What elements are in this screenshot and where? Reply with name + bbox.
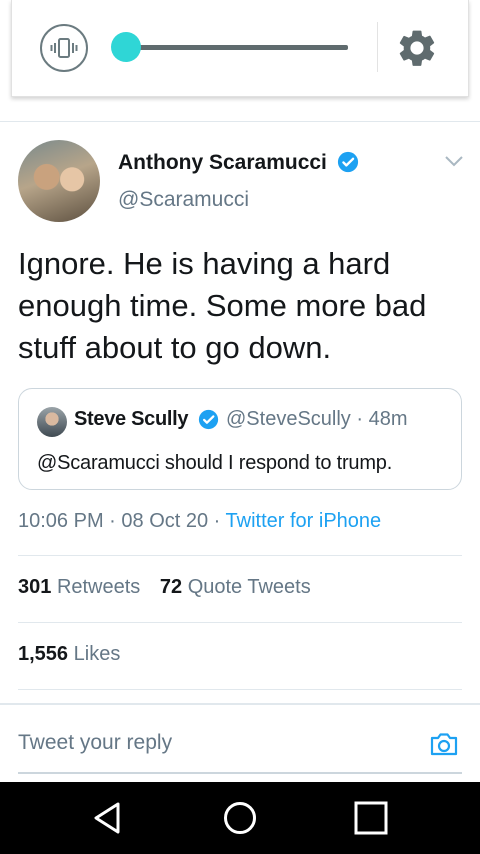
- volume-slider-track[interactable]: [126, 45, 348, 50]
- retweets-count: 301: [18, 576, 52, 598]
- reply-input[interactable]: Tweet your reply: [18, 731, 172, 755]
- vibrate-icon: [50, 38, 78, 58]
- likes-count: 1,556: [18, 643, 69, 665]
- retweets-label: Retweets: [56, 576, 141, 598]
- back-triangle-icon[interactable]: [88, 798, 128, 838]
- divider: [18, 622, 462, 623]
- likes-stat[interactable]: 1,556 Likes: [18, 643, 120, 666]
- divider: [18, 555, 462, 556]
- author-avatar[interactable]: [18, 140, 100, 222]
- retweets-stat[interactable]: 301 Retweets: [18, 576, 140, 598]
- quoted-author-name: Steve Scully: [74, 408, 189, 430]
- tweet-stats: 301 Retweets 72 Quote Tweets: [18, 576, 325, 599]
- system-navigation-bar: [0, 782, 480, 854]
- tweet-time: 10:06 PM: [18, 510, 104, 532]
- quoted-author-avatar: [37, 407, 67, 437]
- volume-panel-divider: [377, 22, 378, 72]
- author-name[interactable]: Anthony Scaramucci: [118, 151, 327, 175]
- recents-square-icon[interactable]: [351, 798, 391, 838]
- tweet-date: 08 Oct 20: [121, 510, 209, 532]
- divider: [0, 703, 480, 705]
- quoted-author-handle: @SteveScully: [226, 408, 351, 430]
- camera-icon[interactable]: [428, 728, 460, 760]
- volume-slider-thumb[interactable]: [111, 32, 141, 62]
- reply-input-underline: [18, 772, 462, 774]
- gear-icon[interactable]: [395, 26, 439, 70]
- quote-tweets-label: Quote Tweets: [187, 576, 311, 598]
- tweet-timestamp: 10:06 PM · 08 Oct 20 · Twitter for iPhon…: [18, 510, 382, 532]
- chevron-down-icon[interactable]: [444, 153, 464, 169]
- verified-badge-icon: [337, 151, 359, 173]
- author-handle[interactable]: @Scaramucci: [118, 188, 249, 212]
- volume-panel: [11, 0, 469, 97]
- likes-label: Likes: [73, 643, 121, 665]
- home-circle-icon[interactable]: [220, 798, 260, 838]
- divider: [0, 121, 480, 122]
- vibrate-toggle-button[interactable]: [40, 24, 88, 72]
- quoted-meta: @SteveScully · 48m: [226, 408, 408, 430]
- quoted-tweet-text: @Scaramucci should I respond to trump.: [37, 452, 393, 474]
- tweet-text: Ignore. He is having a hard enough time.…: [18, 246, 427, 365]
- quoted-age: 48m: [368, 408, 408, 430]
- verified-badge-icon: [198, 409, 219, 430]
- quote-tweets-count: 72: [159, 576, 183, 598]
- quote-tweets-stat[interactable]: 72 Quote Tweets: [160, 576, 311, 598]
- tweet-source-link[interactable]: Twitter for iPhone: [226, 510, 382, 532]
- quoted-tweet[interactable]: Steve Scully @SteveScully · 48m @Scaramu…: [18, 388, 462, 490]
- divider: [18, 689, 462, 690]
